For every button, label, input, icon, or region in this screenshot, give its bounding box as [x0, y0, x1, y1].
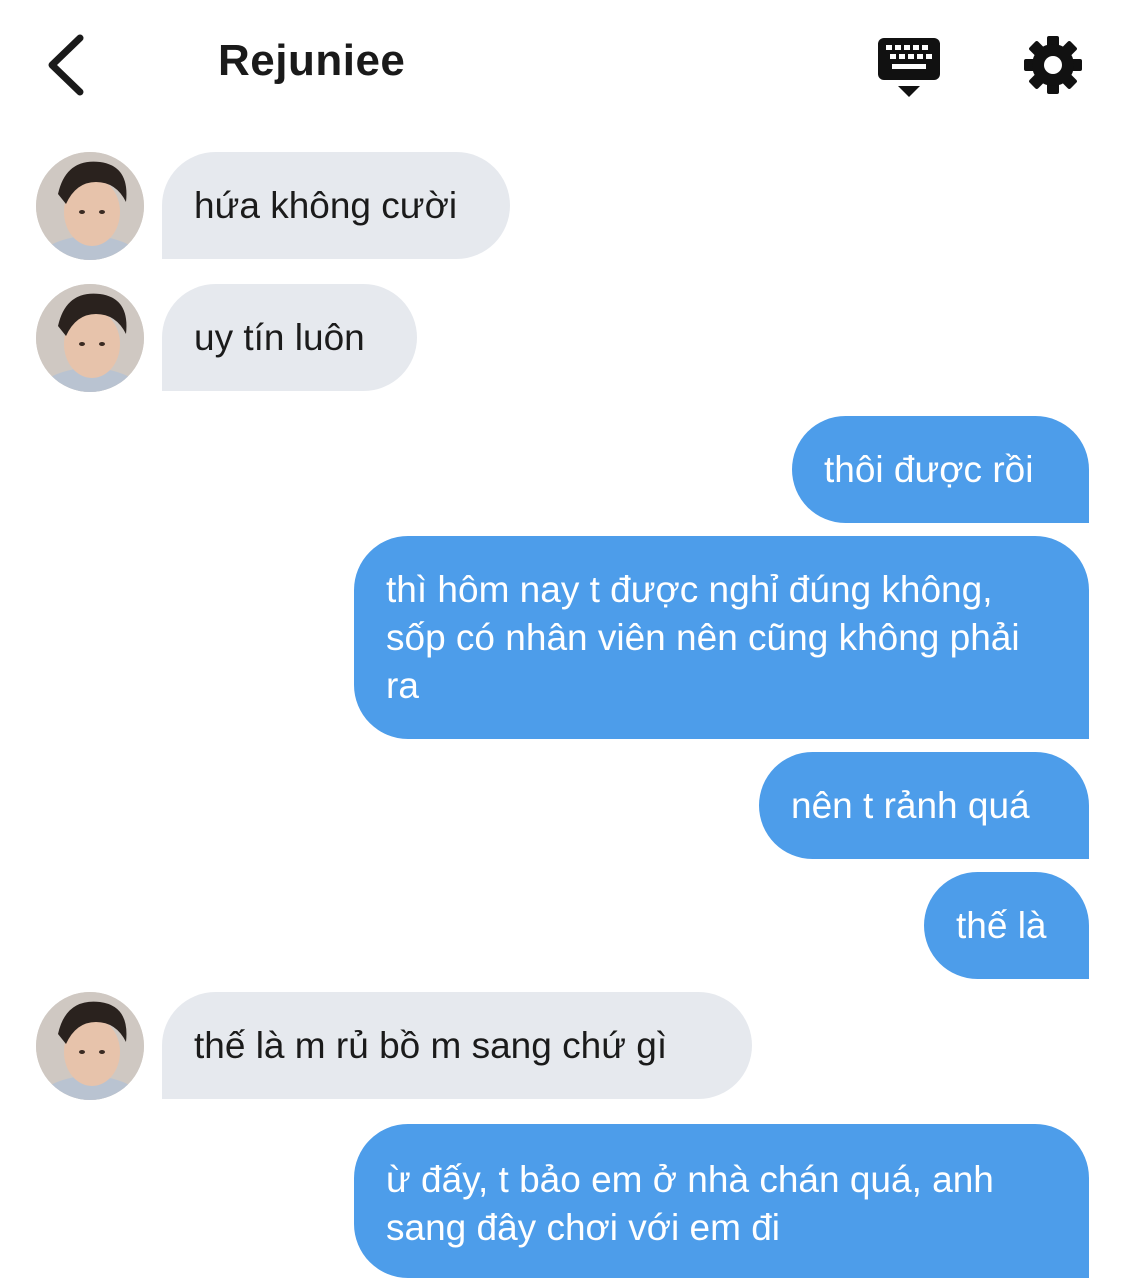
gear-icon	[1024, 36, 1082, 94]
message-bubble-incoming[interactable]: thế là m rủ bồ m sang chứ gì	[162, 992, 752, 1099]
keyboard-icon	[878, 38, 940, 97]
message-text: hứa không cười	[194, 184, 458, 226]
contact-avatar[interactable]	[36, 152, 144, 260]
message-text: thế là	[956, 904, 1047, 946]
message-text: thì hôm nay t được nghỉ đúng không, sốp …	[386, 569, 1020, 706]
message-text: ừ đấy, t bảo em ở nhà chán quá, anh sang…	[386, 1159, 994, 1248]
contact-avatar-image	[36, 992, 144, 1100]
contact-avatar[interactable]	[36, 284, 144, 392]
message-bubble-incoming[interactable]: hứa không cười	[162, 152, 510, 259]
message-bubble-outgoing[interactable]: thôi được rồi	[792, 416, 1089, 523]
keyboard-toggle-button[interactable]	[876, 36, 942, 100]
message-bubble-outgoing[interactable]: nên t rảnh quá	[759, 752, 1089, 859]
settings-button[interactable]	[1022, 34, 1084, 96]
message-bubble-outgoing[interactable]: thế là	[924, 872, 1089, 979]
contact-avatar[interactable]	[36, 992, 144, 1100]
message-bubble-incoming[interactable]: uy tín luôn	[162, 284, 417, 391]
message-bubble-outgoing[interactable]: ừ đấy, t bảo em ở nhà chán quá, anh sang…	[354, 1124, 1089, 1278]
message-bubble-outgoing[interactable]: thì hôm nay t được nghỉ đúng không, sốp …	[354, 536, 1089, 739]
conversation-title[interactable]: Rejuniee	[218, 36, 405, 86]
message-text: thôi được rồi	[824, 448, 1034, 490]
contact-avatar-image	[36, 152, 144, 260]
contact-avatar-image	[36, 284, 144, 392]
chevron-left-icon	[48, 34, 84, 96]
message-text: uy tín luôn	[194, 316, 365, 358]
chat-header: Rejuniee	[0, 0, 1125, 130]
back-button[interactable]	[40, 30, 100, 100]
message-text: thế là m rủ bồ m sang chứ gì	[194, 1024, 668, 1066]
message-text: nên t rảnh quá	[791, 784, 1030, 826]
